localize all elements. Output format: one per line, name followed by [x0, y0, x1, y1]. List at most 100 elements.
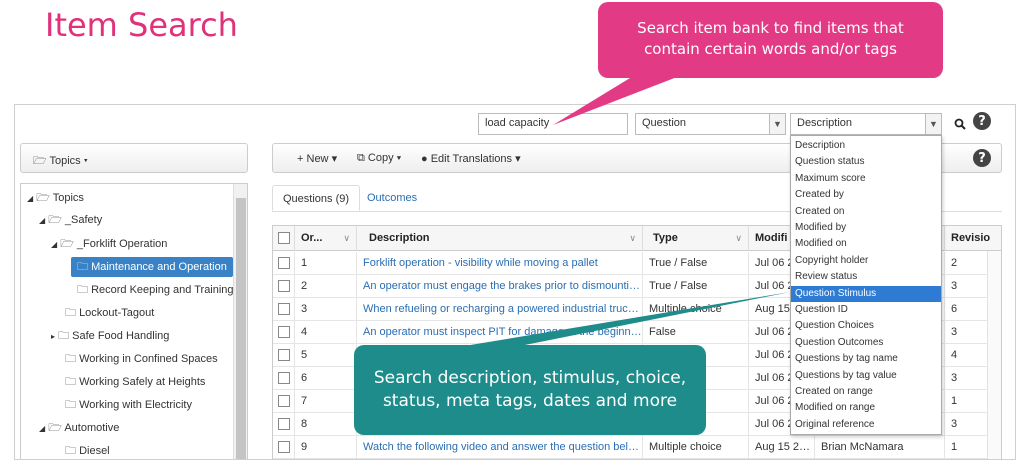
row-checkbox[interactable] [278, 257, 290, 269]
dropdown-option[interactable]: Copyright holder [791, 253, 941, 269]
tree-item-heights[interactable]: 🗀 Working Safely at Heights [65, 372, 205, 392]
search-field-select[interactable]: Description ▼ [790, 113, 942, 135]
new-button[interactable]: + New ▾ [297, 152, 337, 165]
expand-toggle-icon[interactable]: ◢ [51, 240, 57, 249]
dropdown-option[interactable]: Maximum score [791, 171, 941, 187]
row-checkbox[interactable] [278, 418, 290, 430]
tree-item-label: _Safety [64, 214, 103, 226]
description-link[interactable]: When refueling or recharging a powered i… [357, 298, 643, 321]
edit-translations-button[interactable]: ● Edit Translations ▾ [421, 152, 521, 165]
dropdown-option[interactable]: Created on [791, 204, 941, 220]
topics-menu-button[interactable]: 🗁 Topics ▾ [20, 143, 248, 173]
dropdown-option[interactable]: Modified by [791, 220, 941, 236]
dropdown-option[interactable]: Question Choices [791, 318, 941, 334]
tree-item-label: Working with Electricity [79, 399, 192, 411]
row-checkbox[interactable] [278, 395, 290, 407]
type-cell: Multiple choice [643, 436, 749, 459]
row-checkbox[interactable] [278, 441, 290, 453]
fields-tip-callout: Search description, stimulus, choice, st… [354, 345, 706, 435]
caret-down-icon: ▾ [396, 152, 402, 164]
dropdown-option[interactable]: Question Outcomes [791, 335, 941, 351]
header-type[interactable]: Type ∨ [643, 226, 749, 251]
tree-item-forklift-operation[interactable]: ◢ 🗁 _Forklift Operation [51, 234, 167, 254]
dropdown-option[interactable]: Questions by tag value [791, 368, 941, 384]
tree-item-automotive[interactable]: ◢ 🗁 Automotive [39, 418, 119, 438]
chevron-down-icon[interactable]: ▼ [925, 114, 941, 134]
question-type-select[interactable]: Question ▼ [635, 113, 786, 135]
dropdown-option[interactable]: Questions by tag name [791, 351, 941, 367]
folder-open-icon: 🗁 [48, 214, 62, 226]
dropdown-option[interactable]: Created on range [791, 384, 941, 400]
topics-button-label: Topics [49, 155, 81, 167]
dropdown-option[interactable]: Question ID [791, 302, 941, 318]
select-all-cell [273, 226, 295, 251]
search-tip-callout: Search item bank to find items that cont… [598, 2, 943, 78]
help-button[interactable]: ? [973, 112, 995, 134]
order-cell: 4 [295, 321, 357, 344]
dropdown-option[interactable]: Original reference [791, 417, 941, 433]
folder-open-icon: 🗁 [36, 192, 50, 204]
tree-item-lockout-tagout[interactable]: 🗀 Lockout-Tagout [65, 303, 154, 323]
select-all-checkbox[interactable] [278, 232, 290, 244]
tab-outcomes[interactable]: Outcomes [357, 185, 427, 211]
tree-item-electricity[interactable]: 🗀 Working with Electricity [65, 395, 192, 415]
dropdown-option[interactable]: Question Stimulus [791, 285, 941, 302]
row-select-cell [273, 413, 295, 436]
dropdown-option[interactable]: Review status [791, 269, 941, 285]
tree-item-topics[interactable]: ◢ 🗁 Topics [27, 188, 84, 208]
row-checkbox[interactable] [278, 349, 290, 361]
expand-toggle-icon[interactable]: ◢ [27, 194, 33, 203]
search-button[interactable] [949, 113, 971, 135]
header-revision[interactable]: Revisio [945, 226, 1001, 251]
header-order[interactable]: Or... ∨ [295, 226, 357, 251]
callout-line: contain certain words and/or tags [644, 40, 897, 58]
author-cell: Brian McNamara [815, 436, 945, 459]
row-select-cell [273, 436, 295, 459]
chevron-down-icon[interactable]: ▼ [769, 114, 785, 134]
dropdown-option[interactable]: Description [791, 138, 941, 154]
dropdown-option[interactable]: Question status [791, 154, 941, 170]
order-cell: 1 [295, 252, 357, 275]
folder-icon: 🗀 [77, 284, 88, 296]
table-scrollbar[interactable] [987, 251, 1001, 459]
order-cell: 5 [295, 344, 357, 367]
tree-item-maintenance-and-operation[interactable]: 🗀 Maintenance and Operation [71, 257, 233, 277]
header-description[interactable]: Description ∨ [357, 226, 643, 251]
tree-item-diesel[interactable]: 🗀 Diesel [65, 441, 110, 459]
toolbar-help-button[interactable]: ? [973, 149, 991, 167]
row-select-cell [273, 344, 295, 367]
row-checkbox[interactable] [278, 303, 290, 315]
tree-item-record-keeping[interactable]: 🗀 Record Keeping and Training [77, 280, 234, 300]
topics-tree: ◢ 🗁 Topics ◢ 🗁 _Safety ◢ 🗁 _Forklift Ope… [20, 183, 248, 459]
row-checkbox[interactable] [278, 372, 290, 384]
dropdown-option[interactable]: Modified on range [791, 400, 941, 416]
row-checkbox[interactable] [278, 326, 290, 338]
scrollbar-thumb[interactable] [236, 198, 246, 459]
type-cell: False [643, 321, 749, 344]
plus-icon: + [297, 153, 304, 165]
dropdown-option[interactable]: Created by [791, 187, 941, 203]
search-input[interactable]: load capacity [478, 113, 628, 135]
table-row[interactable]: 9 Watch the following video and answer th… [273, 436, 1001, 459]
description-link[interactable]: Watch the following video and answer the… [357, 436, 643, 459]
tree-item-confined-spaces[interactable]: 🗀 Working in Confined Spaces [65, 349, 218, 369]
row-checkbox[interactable] [278, 280, 290, 292]
expand-toggle-icon[interactable]: ◢ [39, 216, 45, 225]
tree-item-safety[interactable]: ◢ 🗁 _Safety [39, 210, 102, 230]
question-type-value: Question [642, 117, 687, 129]
type-cell: Multiple choice [643, 298, 749, 321]
description-link[interactable]: An operator must engage the brakes prior… [357, 275, 643, 298]
dropdown-option[interactable]: Modified on [791, 236, 941, 252]
caret-down-icon: ▾ [83, 155, 88, 167]
folder-icon: 🗀 [65, 399, 76, 411]
tree-item-safe-food-handling[interactable]: ▸ 🗀 Safe Food Handling [51, 326, 169, 346]
tab-questions[interactable]: Questions (9) [272, 185, 361, 211]
description-link[interactable]: An operator must inspect PIT for damage … [357, 321, 643, 344]
expand-toggle-icon[interactable]: ▸ [51, 332, 55, 341]
callout-line: Search description, stimulus, choice, [373, 368, 687, 388]
tree-scrollbar[interactable] [233, 184, 247, 459]
expand-toggle-icon[interactable]: ◢ [39, 424, 45, 433]
description-link[interactable]: Forklift operation - visibility while mo… [357, 252, 643, 275]
copy-button[interactable]: ⧉ Copy ▾ [357, 152, 401, 165]
tree-item-label: Topics [52, 192, 84, 204]
